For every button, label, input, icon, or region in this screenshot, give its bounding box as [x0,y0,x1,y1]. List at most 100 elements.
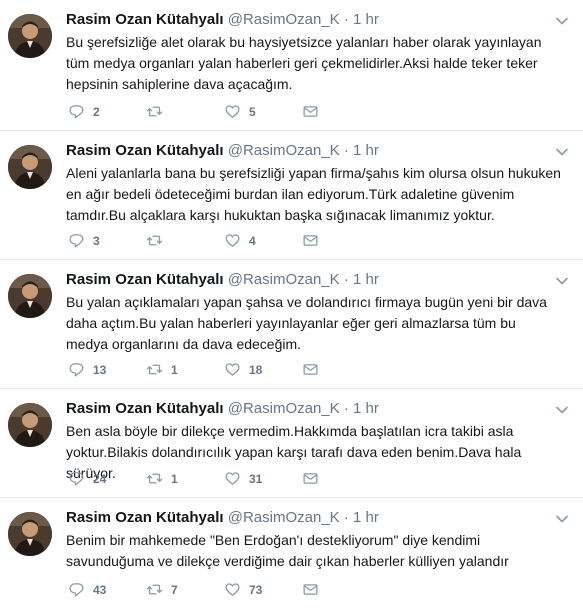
retweet-count: 1 [171,362,178,377]
fullname[interactable]: Rasim Ozan Kütahyalı [66,271,224,288]
like-button[interactable]: 4 [224,232,302,249]
username[interactable]: @RasimOzan_K [228,11,340,28]
fullname[interactable]: Rasim Ozan Kütahyalı [66,400,224,417]
retweet-count: 1 [171,471,178,486]
reply-count: 24 [93,471,107,486]
chevron-down-icon[interactable] [555,14,569,28]
tweet-text: Bu yalan açıklamaları yapan şahsa ve dol… [66,294,547,352]
chevron-down-icon[interactable] [555,145,569,159]
separator-dot: · [343,509,349,526]
tweet-text: Benim bir mahkemede "Ben Erdoğan'ı deste… [66,532,509,569]
heart-icon [225,583,240,596]
reply-button[interactable]: 24 [68,470,146,487]
chevron-down-icon[interactable] [555,403,569,417]
tweet-actions: 3 4 [68,232,380,249]
like-button[interactable]: 5 [224,103,302,120]
heart-icon [225,363,240,376]
tweet[interactable]: Rasim Ozan Kütahyalı @RasimOzan_K · 1 hr… [0,389,583,498]
like-count: 18 [249,362,263,377]
direct-message-button[interactable] [302,232,380,249]
tweet-text: Bu şerefsizliğe alet olarak bu haysiyets… [66,34,542,92]
separator-dot: · [343,271,349,288]
avatar[interactable] [8,145,52,189]
reply-button[interactable]: 3 [68,232,146,249]
timestamp[interactable]: 1 hr [353,11,379,28]
retweet-button[interactable]: 1 [146,470,224,487]
fullname[interactable]: Rasim Ozan Kütahyalı [66,509,224,526]
reply-icon [69,105,84,119]
timestamp[interactable]: 1 hr [353,509,379,526]
retweet-icon [146,584,163,595]
separator-dot: · [343,400,349,417]
retweet-button[interactable] [146,103,224,120]
reply-count: 3 [93,233,100,248]
tweet-actions: 13 1 18 [68,361,380,378]
avatar[interactable] [8,403,52,447]
tweet[interactable]: Rasim Ozan Kütahyalı @RasimOzan_K · 1 hr… [0,498,583,608]
reply-button[interactable]: 2 [68,103,146,120]
heart-icon [225,234,240,247]
tweet-header: Rasim Ozan Kütahyalı @RasimOzan_K · 1 hr [66,508,571,528]
reply-button[interactable]: 43 [68,581,146,598]
direct-message-button[interactable] [302,103,380,120]
envelope-icon [303,364,318,375]
chevron-down-icon[interactable] [555,274,569,288]
retweet-icon [146,235,163,246]
reply-button[interactable]: 13 [68,361,146,378]
tweet-header: Rasim Ozan Kütahyalı @RasimOzan_K · 1 hr [66,399,571,419]
like-count: 4 [249,233,256,248]
timestamp[interactable]: 1 hr [353,142,379,159]
separator-dot: · [343,142,349,159]
tweet-header: Rasim Ozan Kütahyalı @RasimOzan_K · 1 hr [66,270,571,290]
username[interactable]: @RasimOzan_K [228,509,340,526]
heart-icon [225,472,240,485]
direct-message-button[interactable] [302,361,380,378]
reply-count: 13 [93,362,107,377]
like-count: 5 [249,104,256,119]
avatar[interactable] [8,274,52,318]
tweet-header: Rasim Ozan Kütahyalı @RasimOzan_K · 1 hr [66,141,571,161]
tweet[interactable]: Rasim Ozan Kütahyalı @RasimOzan_K · 1 hr… [0,0,583,131]
fullname[interactable]: Rasim Ozan Kütahyalı [66,11,224,28]
tweet-text: Aleni yalanlarla bana bu şerefsizliği ya… [66,165,561,223]
chevron-down-icon[interactable] [555,512,569,526]
reply-count: 43 [93,582,107,597]
tweet-actions: 2 5 [68,103,380,120]
heart-icon [225,105,240,118]
tweet-actions: 43 7 73 [68,581,380,598]
reply-count: 2 [93,104,100,119]
reply-icon [69,472,84,486]
tweet-actions: 24 1 31 [68,470,380,487]
username[interactable]: @RasimOzan_K [228,271,340,288]
separator-dot: · [343,11,349,28]
username[interactable]: @RasimOzan_K [228,142,340,159]
like-button[interactable]: 31 [224,470,302,487]
tweet[interactable]: Rasim Ozan Kütahyalı @RasimOzan_K · 1 hr… [0,131,583,260]
tweet-feed: Rasim Ozan Kütahyalı @RasimOzan_K · 1 hr… [0,0,583,608]
avatar[interactable] [8,512,52,556]
like-count: 31 [249,471,263,486]
reply-icon [69,234,84,248]
username[interactable]: @RasimOzan_K [228,400,340,417]
retweet-count: 7 [171,582,178,597]
avatar[interactable] [8,14,52,58]
retweet-icon [146,106,163,117]
envelope-icon [303,584,318,595]
envelope-icon [303,235,318,246]
tweet[interactable]: Rasim Ozan Kütahyalı @RasimOzan_K · 1 hr… [0,260,583,389]
retweet-icon [146,364,163,375]
retweet-icon [146,473,163,484]
retweet-button[interactable]: 7 [146,581,224,598]
like-button[interactable]: 18 [224,361,302,378]
timestamp[interactable]: 1 hr [353,400,379,417]
like-count: 73 [249,582,263,597]
fullname[interactable]: Rasim Ozan Kütahyalı [66,142,224,159]
retweet-button[interactable] [146,232,224,249]
timestamp[interactable]: 1 hr [353,271,379,288]
tweet-header: Rasim Ozan Kütahyalı @RasimOzan_K · 1 hr [66,10,571,30]
direct-message-button[interactable] [302,470,380,487]
direct-message-button[interactable] [302,581,380,598]
like-button[interactable]: 73 [224,581,302,598]
retweet-button[interactable]: 1 [146,361,224,378]
envelope-icon [303,106,318,117]
